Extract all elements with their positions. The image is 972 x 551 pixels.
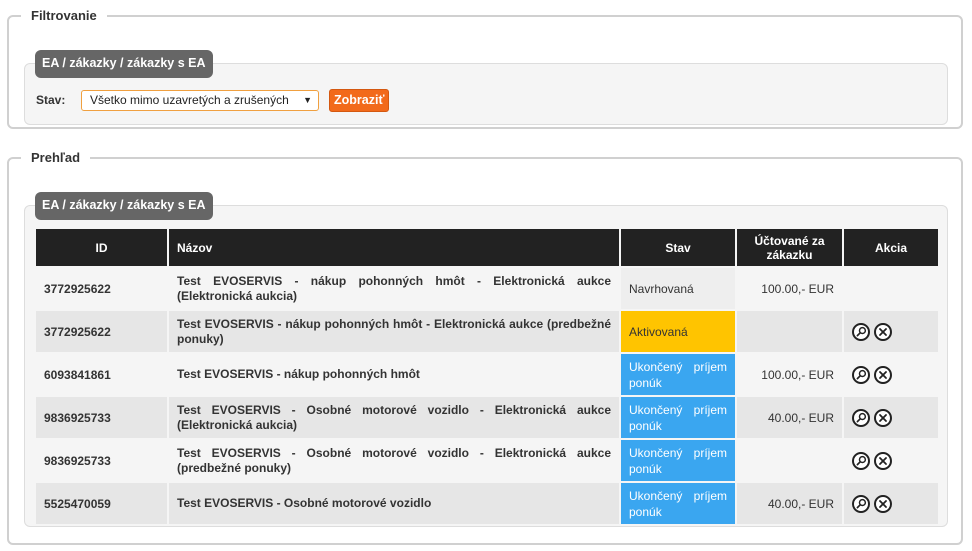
row-status-badge: Ukončený príjem ponúk xyxy=(621,397,735,438)
row-actions xyxy=(844,483,938,524)
row-id: 5525470059 xyxy=(36,483,167,524)
row-price xyxy=(737,311,842,352)
overview-fieldset: Prehľad EA / zákazky / zákazky s EA ID N… xyxy=(7,150,963,545)
col-header-stav[interactable]: Stav xyxy=(621,229,735,266)
magnifier-icon[interactable] xyxy=(852,451,870,470)
table-row[interactable]: 5525470059 Test EVOSERVIS - Osobné motoro… xyxy=(36,483,938,524)
overview-legend: Prehľad xyxy=(31,150,81,165)
close-circle-icon[interactable] xyxy=(874,408,892,427)
filter-row: Stav: Všetko mimo uzavretých a zrušených… xyxy=(36,88,390,112)
col-header-price[interactable]: Účtované za zákazku xyxy=(737,229,842,266)
row-actions-group xyxy=(852,451,930,470)
col-header-name[interactable]: Názov xyxy=(169,229,619,266)
row-name: Test EVOSERVIS - nákup pohonných hmôt xyxy=(169,354,619,395)
stav-select-value: Všetko mimo uzavretých a zrušených xyxy=(90,93,289,107)
table-row[interactable]: 9836925733 Test EVOSERVIS - Osobné motoro… xyxy=(36,397,938,438)
row-actions xyxy=(844,268,938,309)
stav-select[interactable]: Všetko mimo uzavretých a zrušených ▼ xyxy=(81,89,319,111)
chevron-down-icon: ▼ xyxy=(303,95,312,105)
row-name: Test EVOSERVIS - Osobné motorové vozidlo… xyxy=(169,440,619,481)
overview-panel: EA / zákazky / zákazky s EA ID Názov Sta… xyxy=(24,192,948,527)
row-price: 100.00,- EUR xyxy=(737,268,842,309)
row-actions xyxy=(844,440,938,481)
row-actions xyxy=(844,397,938,438)
row-name: Test EVOSERVIS - Osobné motorové vozidlo xyxy=(169,483,619,524)
row-actions-group xyxy=(852,322,930,341)
close-circle-icon[interactable] xyxy=(874,494,892,513)
row-name: Test EVOSERVIS - Osobné motorové vozidlo… xyxy=(169,397,619,438)
magnifier-icon[interactable] xyxy=(852,494,870,513)
row-price: 40.00,- EUR xyxy=(737,397,842,438)
magnifier-icon[interactable] xyxy=(852,365,870,384)
row-actions xyxy=(844,311,938,352)
table-row[interactable]: 3772925622 Test EVOSERVIS - nákup pohonný… xyxy=(36,311,938,352)
row-status-badge: Navrhovaná xyxy=(621,268,735,309)
row-id: 3772925622 xyxy=(36,311,167,352)
table-row[interactable]: 3772925622 Test EVOSERVIS - nákup pohonný… xyxy=(36,268,938,309)
table-row[interactable]: 9836925733 Test EVOSERVIS - Osobné motoro… xyxy=(36,440,938,481)
row-name: Test EVOSERVIS - nákup pohonných hmôt - … xyxy=(169,268,619,309)
row-actions-group xyxy=(852,365,930,384)
magnifier-icon[interactable] xyxy=(852,322,870,341)
row-price: 40.00,- EUR xyxy=(737,483,842,524)
row-actions xyxy=(844,354,938,395)
stav-label: Stav: xyxy=(36,93,66,107)
table-row[interactable]: 6093841861 Test EVOSERVIS - nákup pohonný… xyxy=(36,354,938,395)
row-actions-group xyxy=(852,408,930,427)
row-name: Test EVOSERVIS - nákup pohonných hmôt - … xyxy=(169,311,619,352)
row-price xyxy=(737,440,842,481)
filter-breadcrumb: EA / zákazky / zákazky s EA xyxy=(35,50,213,78)
row-status-badge: Ukončený príjem ponúk xyxy=(621,483,735,524)
close-circle-icon[interactable] xyxy=(874,451,892,470)
close-circle-icon[interactable] xyxy=(874,365,892,384)
col-header-id[interactable]: ID xyxy=(36,229,167,266)
orders-table: ID Názov Stav Účtované za zákazku Akcia … xyxy=(34,227,940,526)
filter-legend: Filtrovanie xyxy=(31,8,97,23)
row-id: 9836925733 xyxy=(36,440,167,481)
row-price: 100.00,- EUR xyxy=(737,354,842,395)
col-header-actions: Akcia xyxy=(844,229,938,266)
row-status-badge: Ukončený príjem ponúk xyxy=(621,440,735,481)
row-actions-group xyxy=(852,494,930,513)
magnifier-icon[interactable] xyxy=(852,408,870,427)
show-button[interactable]: Zobraziť xyxy=(329,88,390,112)
row-id: 9836925733 xyxy=(36,397,167,438)
row-status-badge: Aktivovaná xyxy=(621,311,735,352)
filter-fieldset: Filtrovanie EA / zákazky / zákazky s EA … xyxy=(7,8,963,129)
row-status-badge: Ukončený príjem ponúk xyxy=(621,354,735,395)
filter-panel: EA / zákazky / zákazky s EA Stav: Všetko… xyxy=(24,50,948,125)
table-body: 3772925622 Test EVOSERVIS - nákup pohonný… xyxy=(36,268,938,524)
row-id: 6093841861 xyxy=(36,354,167,395)
table-header-row: ID Názov Stav Účtované za zákazku Akcia xyxy=(36,229,938,266)
row-id: 3772925622 xyxy=(36,268,167,309)
close-circle-icon[interactable] xyxy=(874,322,892,341)
overview-breadcrumb: EA / zákazky / zákazky s EA xyxy=(35,192,213,220)
